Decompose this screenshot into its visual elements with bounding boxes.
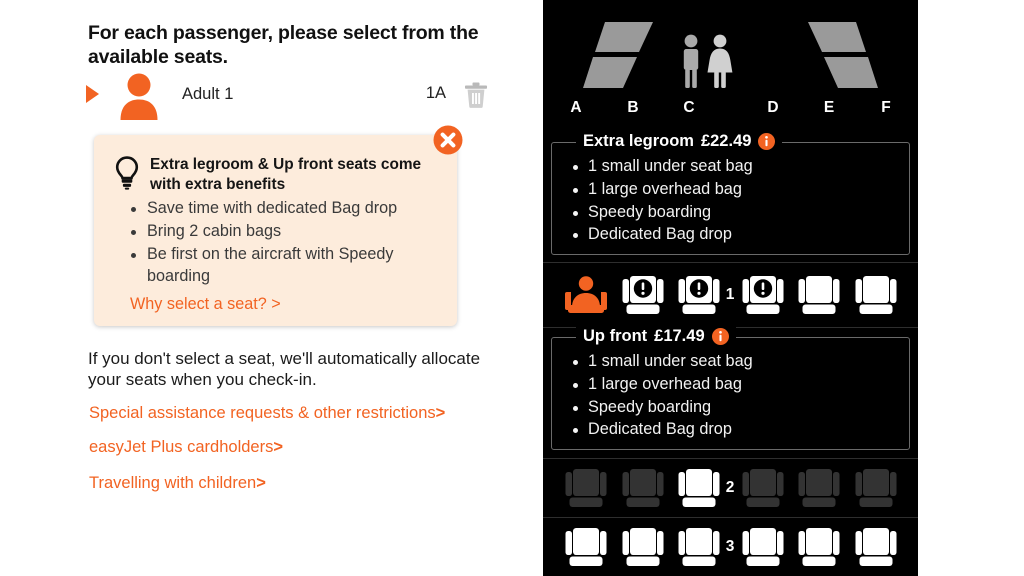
seat-1f[interactable] <box>853 274 899 316</box>
chevron-right-icon: > <box>435 404 446 422</box>
seat-1e[interactable] <box>796 274 842 316</box>
passenger-row[interactable]: Adult 1 1A <box>86 72 488 122</box>
toilets-man-woman-icon <box>676 33 738 89</box>
list-item: 1 small under seat bag <box>570 155 901 178</box>
column-letter-c: C <box>683 99 695 116</box>
link-label: Travelling with children <box>89 474 257 492</box>
seat-3c[interactable] <box>676 526 722 568</box>
fare-price: £17.49 <box>654 327 705 345</box>
chevron-right-icon: > <box>256 474 266 492</box>
seat-1d[interactable] <box>740 274 786 316</box>
seat-2c[interactable] <box>676 467 722 509</box>
list-item: 1 large overhead bag <box>570 373 901 396</box>
fare-benefit-list: 1 small under seat bag 1 large overhead … <box>560 155 901 246</box>
seat-2b[interactable] <box>620 467 666 509</box>
fare-name: Extra legroom <box>583 132 694 150</box>
info-circle-icon[interactable] <box>711 328 729 345</box>
seat-benefits-tooltip: Extra legroom & Up front seats come with… <box>94 135 457 327</box>
fare-legend: Up front £17.49 <box>576 327 736 346</box>
row-number: 3 <box>725 538 735 555</box>
fare-benefit-list: 1 small under seat bag 1 large overhead … <box>560 350 901 441</box>
link-label: Special assistance requests & other rest… <box>89 404 436 422</box>
list-item: Be first on the aircraft with Speedy boa… <box>130 244 441 287</box>
link-label: easyJet Plus cardholders <box>89 438 274 456</box>
seat-3b[interactable] <box>620 526 666 568</box>
info-circle-icon[interactable] <box>758 133 776 150</box>
fare-box-extra-legroom: Extra legroom £22.49 1 small under seat … <box>551 132 910 255</box>
fare-legend: Extra legroom £22.49 <box>576 132 783 151</box>
tooltip-benefit-list: Save time with dedicated Bag drop Bring … <box>108 198 441 287</box>
seat-2a[interactable] <box>563 467 609 509</box>
passenger-avatar-icon <box>117 72 161 120</box>
list-item: Speedy boarding <box>570 201 901 224</box>
list-item: 1 large overhead bag <box>570 178 901 201</box>
seat-1b[interactable] <box>620 274 666 316</box>
list-item: 1 small under seat bag <box>570 350 901 373</box>
assigned-seat-code: 1A <box>425 84 446 102</box>
chevron-right-icon: > <box>273 438 283 456</box>
aircraft-seat-map[interactable]: A B C D E F Extra legroom £22.49 1 small… <box>543 0 918 576</box>
list-item: Save time with dedicated Bag drop <box>130 198 441 220</box>
seat-3e[interactable] <box>796 526 842 568</box>
column-letter-b: B <box>627 99 639 116</box>
fare-price: £22.49 <box>700 132 752 150</box>
column-letter-d: D <box>767 99 779 116</box>
trash-bin-icon[interactable] <box>464 82 488 108</box>
row-number: 2 <box>725 479 735 496</box>
seat-2d[interactable] <box>740 467 786 509</box>
travelling-with-children-link[interactable]: Travelling with children> <box>89 474 266 493</box>
column-letter-f: F <box>881 99 891 116</box>
lightbulb-icon <box>114 156 140 190</box>
why-select-a-seat-link[interactable]: Why select a seat? > <box>130 295 441 314</box>
list-item: Speedy boarding <box>570 396 901 419</box>
fare-box-up-front: Up front £17.49 1 small under seat bag 1… <box>551 327 910 450</box>
seat-row[interactable]: 3 <box>543 517 918 576</box>
row-number: 1 <box>725 286 735 303</box>
seat-2e[interactable] <box>796 467 842 509</box>
seat-row[interactable]: 1 <box>543 262 918 328</box>
play-arrow-icon <box>86 85 99 103</box>
special-assistance-link[interactable]: Special assistance requests & other rest… <box>89 404 445 423</box>
seat-3a[interactable] <box>563 526 609 568</box>
aircraft-nose: A B C D E F <box>543 0 918 130</box>
seat-3d[interactable] <box>740 526 786 568</box>
seat-column-letters: A B C D E F <box>543 99 918 123</box>
list-item: Dedicated Bag drop <box>570 418 901 441</box>
column-letter-a: A <box>570 99 582 116</box>
seat-1c[interactable] <box>676 274 722 316</box>
seat-row[interactable]: 2 <box>543 458 918 518</box>
seat-3f[interactable] <box>853 526 899 568</box>
passenger-label: Adult 1 <box>182 85 234 103</box>
list-item: Dedicated Bag drop <box>570 223 901 246</box>
list-item: Bring 2 cabin bags <box>130 221 441 243</box>
easyjet-plus-cardholders-link[interactable]: easyJet Plus cardholders> <box>89 438 283 457</box>
tooltip-title: Extra legroom & Up front seats come with… <box>150 156 422 193</box>
fare-name: Up front <box>583 327 648 345</box>
auto-allocation-note: If you don't select a seat, we'll automa… <box>88 349 481 390</box>
seat-1a[interactable] <box>563 274 609 316</box>
seat-2f[interactable] <box>853 467 899 509</box>
page-title: For each passenger, please select from t… <box>88 22 479 68</box>
column-letter-e: E <box>823 99 835 116</box>
seat-selection-left-panel: For each passenger, please select from t… <box>0 0 540 576</box>
tooltip-header: Extra legroom & Up front seats come with… <box>114 155 441 194</box>
close-circle-icon[interactable] <box>432 124 464 156</box>
